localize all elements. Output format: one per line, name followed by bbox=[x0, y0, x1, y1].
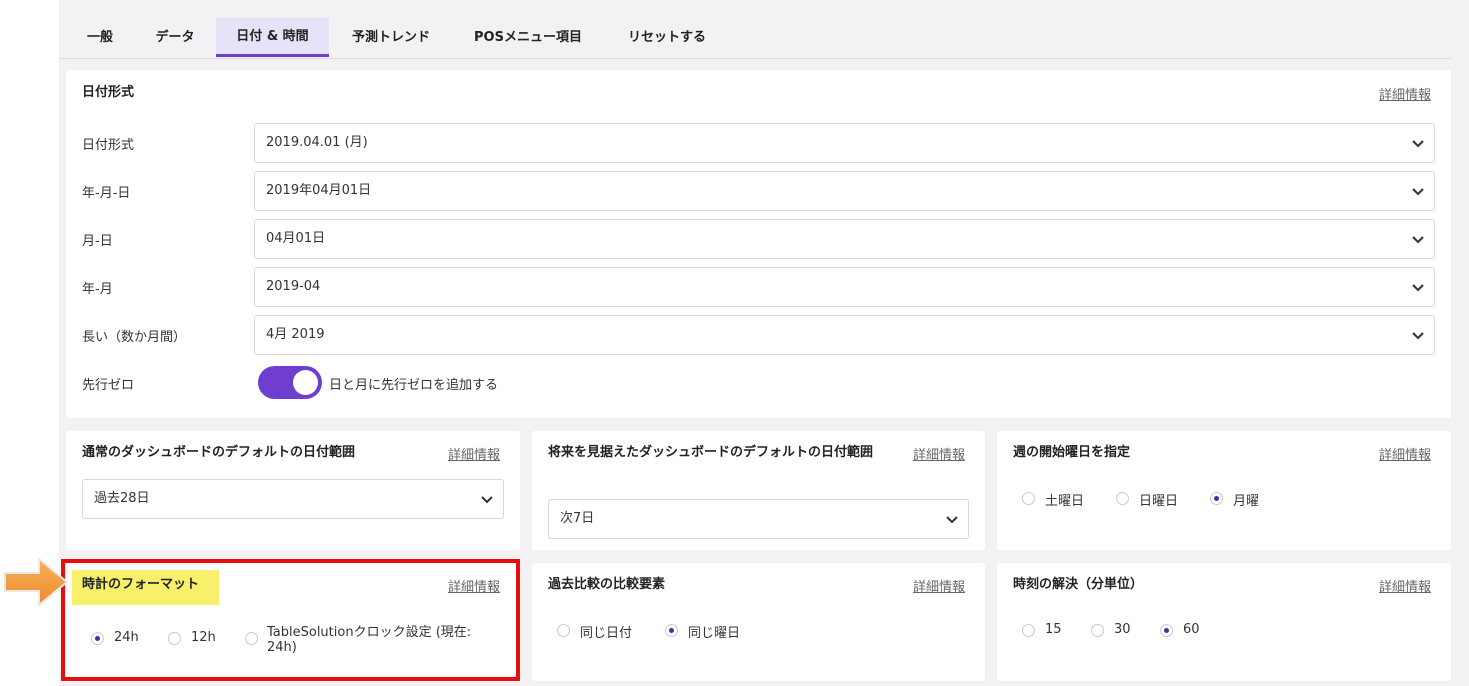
week-start-monday-label[interactable]: 月曜 bbox=[1233, 490, 1259, 509]
date-format-more-link[interactable]: 詳細情報 bbox=[1379, 84, 1431, 103]
annotation-red-box bbox=[61, 559, 520, 681]
ym-format-value: 2019-04 bbox=[266, 279, 321, 294]
ymd-format-select[interactable]: 2019年04月01日 bbox=[254, 171, 1435, 211]
chevron-down-icon bbox=[1412, 284, 1424, 292]
ym-label: 年-月 bbox=[82, 282, 113, 297]
tab-data[interactable]: データ bbox=[148, 18, 202, 57]
comparison-same-weekday-label[interactable]: 同じ曜日 bbox=[688, 622, 740, 641]
chevron-down-icon bbox=[1412, 236, 1424, 244]
ymd-label: 年-月-日 bbox=[82, 186, 131, 201]
ym-format-select[interactable]: 2019-04 bbox=[254, 267, 1435, 307]
tab-date-time[interactable]: 日付 & 時間 bbox=[216, 18, 329, 57]
chevron-down-icon bbox=[481, 496, 493, 504]
long-format-value: 4月 2019 bbox=[266, 327, 325, 342]
date-format-title: 日付形式 bbox=[82, 85, 135, 100]
md-label: 月-日 bbox=[82, 234, 113, 249]
chevron-down-icon bbox=[1412, 188, 1424, 196]
default-range-more-link[interactable]: 詳細情報 bbox=[448, 444, 500, 463]
week-start-more-link[interactable]: 詳細情報 bbox=[1379, 444, 1431, 463]
resolution-15-label[interactable]: 15 bbox=[1045, 622, 1062, 637]
resolution-60-label[interactable]: 60 bbox=[1183, 622, 1200, 637]
leading-zero-toggle[interactable] bbox=[258, 366, 322, 399]
future-range-select[interactable]: 次7日 bbox=[548, 499, 969, 539]
long-format-select[interactable]: 4月 2019 bbox=[254, 315, 1435, 355]
md-format-select[interactable]: 04月01日 bbox=[254, 219, 1435, 259]
long-format-label: 長い（数か月間） bbox=[82, 330, 187, 345]
date-format-label: 日付形式 bbox=[82, 138, 135, 153]
leading-zero-label: 先行ゼロ bbox=[82, 378, 135, 393]
chevron-down-icon bbox=[1412, 140, 1424, 148]
resolution-30-label[interactable]: 30 bbox=[1114, 622, 1131, 637]
week-start-sunday-radio[interactable] bbox=[1116, 492, 1129, 505]
comparison-title: 過去比較の比較要素 bbox=[548, 577, 666, 592]
week-start-title: 週の開始曜日を指定 bbox=[1013, 445, 1131, 460]
time-resolution-more-link[interactable]: 詳細情報 bbox=[1379, 576, 1431, 595]
week-start-sunday-label[interactable]: 日曜日 bbox=[1139, 490, 1178, 509]
chevron-down-icon bbox=[1412, 332, 1424, 340]
future-range-title: 将来を見据えたダッシュボードのデフォルトの日付範囲 bbox=[548, 445, 874, 460]
comparison-same-date-label[interactable]: 同じ日付 bbox=[580, 622, 632, 641]
annotation-arrow-icon bbox=[4, 556, 69, 608]
time-resolution-title: 時刻の解決（分単位） bbox=[1013, 577, 1144, 592]
md-format-value: 04月01日 bbox=[266, 231, 326, 246]
leading-zero-toggle-label: 日と月に先行ゼロを追加する bbox=[329, 378, 499, 393]
comparison-more-link[interactable]: 詳細情報 bbox=[913, 576, 965, 595]
comparison-same-weekday-radio[interactable] bbox=[665, 624, 678, 637]
week-start-saturday-radio[interactable] bbox=[1022, 492, 1035, 505]
chevron-down-icon bbox=[946, 516, 958, 524]
ymd-format-value: 2019年04月01日 bbox=[266, 183, 372, 198]
toggle-knob bbox=[293, 370, 318, 395]
default-range-title: 通常のダッシュボードのデフォルトの日付範囲 bbox=[82, 445, 356, 460]
resolution-15-radio[interactable] bbox=[1022, 624, 1035, 637]
tab-general[interactable]: 一般 bbox=[82, 18, 118, 57]
future-range-value: 次7日 bbox=[560, 511, 595, 526]
default-range-value: 過去28日 bbox=[94, 491, 150, 506]
week-start-saturday-label[interactable]: 土曜日 bbox=[1045, 490, 1084, 509]
resolution-60-radio[interactable] bbox=[1160, 624, 1173, 637]
date-format-select[interactable]: 2019.04.01 (月) bbox=[254, 123, 1435, 163]
tab-reset[interactable]: リセットする bbox=[620, 18, 714, 57]
resolution-30-radio[interactable] bbox=[1091, 624, 1104, 637]
week-start-monday-radio[interactable] bbox=[1210, 492, 1223, 505]
default-range-select[interactable]: 過去28日 bbox=[82, 479, 504, 519]
future-range-more-link[interactable]: 詳細情報 bbox=[913, 444, 965, 463]
tab-pos-menu-items[interactable]: POSメニュー項目 bbox=[466, 18, 590, 57]
tab-forecast-trend[interactable]: 予測トレンド bbox=[343, 18, 439, 57]
date-format-value: 2019.04.01 (月) bbox=[266, 135, 368, 150]
comparison-same-date-radio[interactable] bbox=[557, 624, 570, 637]
